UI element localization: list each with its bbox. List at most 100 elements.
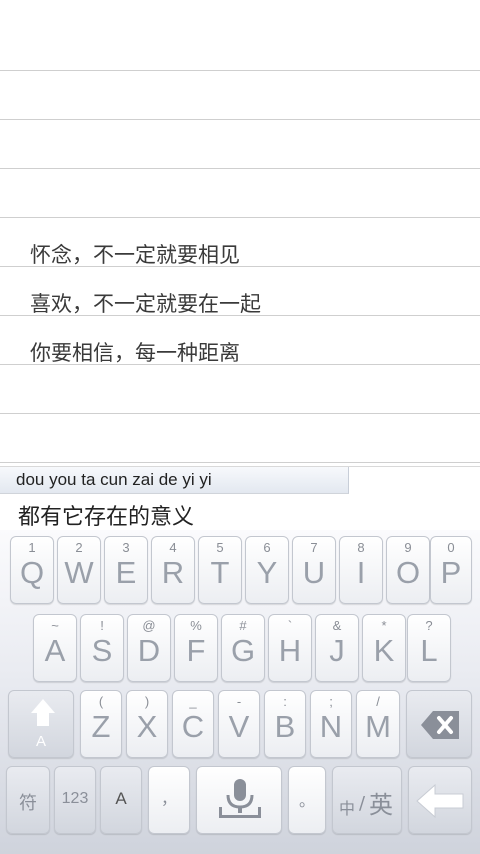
key-hint: - [236,694,242,709]
ruled-line [0,462,480,463]
key-label: O [395,555,421,590]
key-hint: 1 [28,540,36,555]
key-o[interactable]: 9 O [386,536,430,604]
key-a[interactable]: ~ A [33,614,77,682]
shift-label: A [35,733,46,750]
key-label: A [44,633,66,668]
period-key[interactable]: 。 [288,766,326,834]
key-e[interactable]: 3 E [104,536,148,604]
key-hint: ; [329,694,333,709]
numbers-key[interactable]: 123 [54,766,96,834]
key-label: Q [19,555,45,590]
key-u[interactable]: 7 U [292,536,336,604]
key-hint: & [332,618,342,633]
key-label: K [373,633,395,668]
key-hint: ` [287,618,293,633]
key-c[interactable]: _ C [172,690,214,758]
key-label: J [329,633,345,668]
key-i[interactable]: 8 I [339,536,383,604]
key-label: D [137,633,161,668]
key-hint: ( [98,694,104,709]
pinyin-strip: dou you ta cun zai de yi yi [0,467,349,494]
key-label: R [161,555,185,590]
key-label: T [210,555,230,590]
key-b[interactable]: : B [264,690,306,758]
key-hint: * [381,618,387,633]
key-label: S [91,633,113,668]
shift-arrow-stem [37,712,49,726]
key-label: N [319,709,343,744]
key-y[interactable]: 6 Y [245,536,289,604]
key-m[interactable]: / M [356,690,400,758]
key-z[interactable]: ( Z [80,690,122,758]
period-label: 。 [298,793,315,810]
key-label: X [136,709,158,744]
shift-key[interactable]: A [8,690,74,758]
key-label: M [365,709,391,744]
key-hint: 9 [404,540,412,555]
key-l[interactable]: ? L [407,614,451,682]
note-text-line: 你要相信，每一种距离 [30,341,240,365]
notepad-editor[interactable]: 怀念，不一定就要相见 喜欢，不一定就要在一起 你要相信，每一种距离 [0,0,480,466]
key-hint: ) [144,694,150,709]
key-v[interactable]: - V [218,690,260,758]
key-hint: 6 [263,540,271,555]
key-label: I [356,555,366,590]
key-p[interactable]: 0 P [430,536,472,604]
voice-input-key[interactable] [196,766,282,834]
enter-arrow-icon [416,783,464,819]
key-j[interactable]: & J [315,614,359,682]
key-t[interactable]: 5 T [198,536,242,604]
key-hint: 0 [447,540,455,555]
key-label: V [228,709,250,744]
key-hint: 5 [216,540,224,555]
key-q[interactable]: 1 Q [10,536,54,604]
key-w[interactable]: 2 W [57,536,101,604]
comma-label: ， [160,791,177,808]
key-hint: _ [189,694,197,709]
ruled-line [0,168,480,169]
key-hint: ! [100,618,104,633]
key-d[interactable]: @ D [127,614,171,682]
key-f[interactable]: % F [174,614,218,682]
key-k[interactable]: * K [362,614,406,682]
comma-key[interactable]: ， [148,766,190,834]
key-n[interactable]: ; N [310,690,352,758]
symbols-label: 符 [19,793,37,813]
key-label: Z [91,709,111,744]
shift-arrow-icon [31,699,55,713]
symbols-key[interactable]: 符 [6,766,50,834]
key-hint: % [190,618,202,633]
microphone-icon [219,779,261,818]
ruled-line [0,119,480,120]
ruled-line [0,217,480,218]
key-label: B [274,709,296,744]
soft-keyboard: 1 Q 2 W 3 E 4 R 5 T 6 Y 7 U 8 I 9 O 0 P … [0,530,480,854]
backspace-key[interactable] [406,690,472,758]
key-hint: ~ [51,618,59,633]
key-hint: : [283,694,287,709]
case-toggle-key[interactable]: A [100,766,142,834]
key-label: U [302,555,326,590]
backspace-icon [421,711,459,739]
key-hint: 3 [122,540,130,555]
key-x[interactable]: ) X [126,690,168,758]
ruled-line [0,413,480,414]
case-label: A [115,789,127,808]
key-s[interactable]: ! S [80,614,124,682]
key-g[interactable]: # G [221,614,265,682]
language-switch-key[interactable]: 中 / 英 [332,766,402,834]
key-r[interactable]: 4 R [151,536,195,604]
key-label: G [230,633,256,668]
candidate-phrase[interactable]: 都有它存在的意义 [18,499,194,531]
enter-key[interactable] [408,766,472,834]
key-h[interactable]: ` H [268,614,312,682]
ruled-line [0,70,480,71]
key-label: F [186,633,206,668]
key-label: C [181,709,205,744]
key-label: P [440,555,462,590]
key-hint: # [239,618,247,633]
key-hint: 8 [357,540,365,555]
ime-composition-bar: dou you ta cun zai de yi yi 都有它存在的意义 [0,466,480,530]
key-label: W [64,555,94,590]
